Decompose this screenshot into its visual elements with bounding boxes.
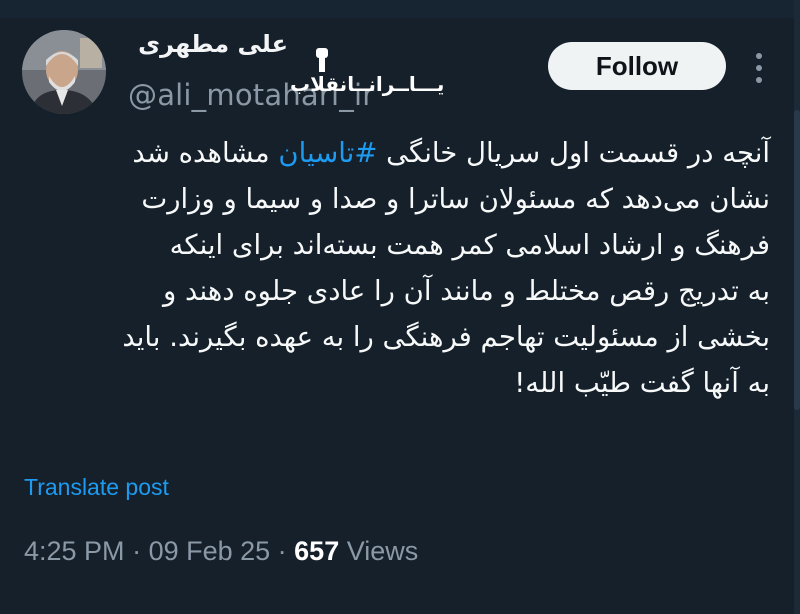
tweet-line: نشان می‌دهد که مسئولان ساترا و صدا و سیم… bbox=[141, 183, 770, 215]
tweet-text-segment: مشاهده شد bbox=[132, 137, 279, 169]
more-vertical-icon[interactable] bbox=[752, 50, 766, 86]
views-count[interactable]: 657 bbox=[294, 536, 339, 566]
separator: · bbox=[124, 536, 149, 566]
tweet-line: بخشی از مسئولیت تهاجم فرهنگی را به عهده … bbox=[122, 321, 770, 353]
tweet-text: آنچه در قسمت اول سریال خانگی #تاسیان مشا… bbox=[22, 130, 770, 406]
scrollbar-thumb[interactable] bbox=[794, 110, 800, 410]
watermark-text: یـــاــرانــانقلاب bbox=[290, 72, 445, 96]
tweet-line: فرهنگ و ارشاد اسلامی کمر همت بسته‌اند بر… bbox=[169, 229, 770, 261]
separator: · bbox=[270, 536, 295, 566]
post-date[interactable]: 09 Feb 25 bbox=[149, 536, 271, 566]
post-time[interactable]: 4:25 PM bbox=[24, 536, 125, 566]
tweet-line: به تدریج رقص مختلط و مانند آن را عادی جل… bbox=[162, 275, 770, 307]
avatar-photo bbox=[22, 30, 106, 114]
tweet-line: به آنها گفت طیّب الله! bbox=[514, 367, 770, 399]
translate-post-link[interactable]: Translate post bbox=[24, 474, 169, 501]
tweet-metadata: 4:25 PM · 09 Feb 25 · 657 Views bbox=[24, 536, 418, 567]
avatar[interactable] bbox=[22, 30, 106, 114]
follow-button[interactable]: Follow bbox=[548, 42, 726, 90]
hashtag-link[interactable]: #تاسیان bbox=[278, 137, 377, 169]
tweet-text-segment: آنچه در قسمت اول سریال خانگی bbox=[377, 137, 770, 169]
views-label: Views bbox=[339, 536, 419, 566]
fist-icon bbox=[316, 48, 328, 72]
watermark: یـــاــرانــانقلاب bbox=[290, 48, 445, 96]
scrollbar-track[interactable] bbox=[794, 0, 800, 614]
tweet-line: آنچه در قسمت اول سریال خانگی #تاسیان مشا… bbox=[22, 130, 770, 176]
top-band bbox=[0, 0, 800, 18]
author-display-name[interactable]: علی مطهری bbox=[128, 30, 288, 58]
